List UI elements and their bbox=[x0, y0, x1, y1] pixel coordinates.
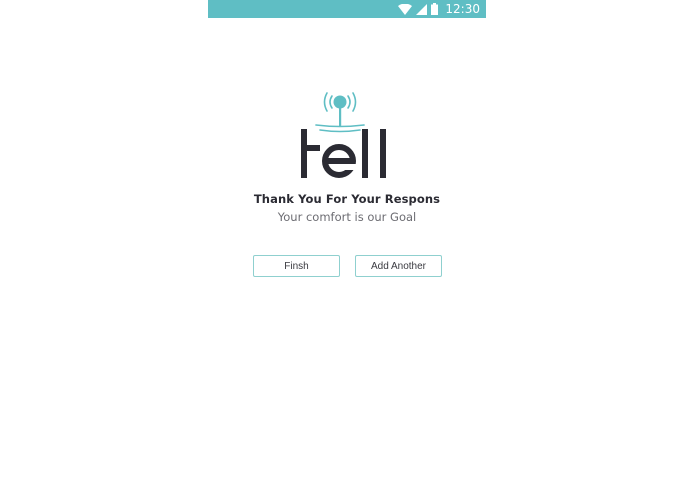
status-bar: 12:30 bbox=[208, 0, 486, 18]
thank-you-title: Thank You For Your Respons bbox=[253, 192, 441, 206]
signal-icon bbox=[416, 3, 428, 15]
status-time: 12:30 bbox=[445, 2, 480, 16]
comfort-subtitle: Your comfort is our Goal bbox=[277, 210, 417, 224]
finish-button[interactable]: Finsh bbox=[253, 255, 340, 277]
wifi-icon bbox=[398, 3, 413, 15]
screen: 12:30 Thank You For Your Respons Your co… bbox=[0, 0, 695, 494]
app-screen: 12:30 Thank You For Your Respons Your co… bbox=[208, 0, 486, 494]
tell-logo-mark bbox=[301, 92, 386, 178]
battery-icon bbox=[431, 3, 439, 15]
status-icons: 12:30 bbox=[398, 1, 480, 17]
tell-logo bbox=[298, 89, 394, 181]
add-another-button[interactable]: Add Another bbox=[355, 255, 442, 277]
